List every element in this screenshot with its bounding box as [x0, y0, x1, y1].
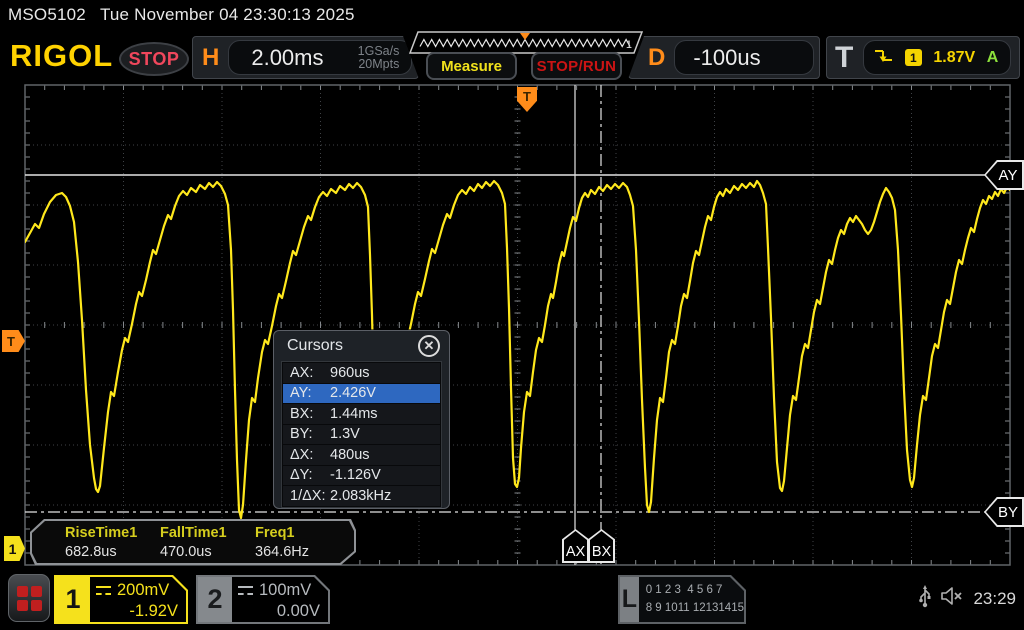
- measurement-value: 470.0us: [160, 543, 255, 562]
- digital-channels-row2: 8 9 1011 12131415: [646, 602, 744, 614]
- delay-label: D: [639, 44, 674, 72]
- menu-button[interactable]: [8, 574, 50, 622]
- measurement-freq: Freq1 364.6Hz: [255, 524, 350, 563]
- measurement-label: FallTime1: [160, 524, 255, 543]
- horizontal-label: H: [193, 44, 228, 72]
- channel2-button[interactable]: 2 100mV 0.00V: [196, 575, 330, 624]
- cursor-row-dy[interactable]: ΔY:-1.126V: [283, 466, 440, 486]
- sound-muted-icon[interactable]: [940, 585, 965, 612]
- run-state-badge: STOP: [119, 42, 189, 76]
- channel1-offset: -1.92V: [96, 601, 178, 622]
- digital-channels-row1: 0 1 2 3 4 5 6 7: [646, 584, 723, 596]
- trigger-box[interactable]: T 1 1.87V A: [826, 36, 1020, 79]
- model-name: MSO5102: [8, 5, 86, 24]
- channel1-scale: 200mV: [117, 580, 169, 601]
- channel1-number: 1: [56, 577, 90, 622]
- cursor-row-dx[interactable]: ΔX:480us: [283, 445, 440, 465]
- measure-button[interactable]: Measure: [426, 52, 517, 80]
- digital-channels: 0 1 2 3 4 5 6 7 8 9 1011 12131415: [639, 577, 744, 622]
- dc-coupling-icon: [238, 586, 253, 595]
- cursor-row-value: 2.426V: [330, 385, 376, 401]
- cursor-readout-list: AX:960us AY:2.426V BX:1.44ms BY:1.3V ΔX:…: [281, 361, 442, 508]
- cursor-row-label: BX:: [283, 406, 330, 422]
- rigol-logo: RIGOL: [10, 38, 113, 74]
- cursor-by-tag[interactable]: BY: [984, 497, 1024, 527]
- cursor-row-label: BY:: [283, 426, 330, 442]
- cursor-row-value: 960us: [330, 365, 370, 381]
- cursor-bx-label: BX: [590, 531, 613, 561]
- grid-menu-icon: [17, 586, 41, 610]
- cursor-ay-tag[interactable]: AY: [984, 160, 1024, 190]
- usb-icon: [918, 584, 932, 613]
- cursor-row-value: 480us: [330, 447, 370, 463]
- measurement-risetime: RiseTime1 682.8us: [65, 524, 160, 563]
- clock: 23:29: [973, 589, 1016, 609]
- cursors-dialog: Cursors ✕ AX:960us AY:2.426V BX:1.44ms B…: [273, 330, 450, 509]
- falling-edge-icon: [874, 48, 893, 68]
- delay-box[interactable]: D -100us: [628, 36, 820, 79]
- sample-rate: 1GSa/s: [358, 44, 400, 58]
- cursors-dialog-titlebar: Cursors ✕: [274, 331, 449, 360]
- cursor-row-value: 1.44ms: [330, 406, 378, 422]
- oscilloscope-screen: MSO5102 Tue November 04 23:30:13 2025 RIG…: [0, 0, 1024, 630]
- cursor-row-label: AY:: [283, 385, 330, 401]
- cursor-bx-tag[interactable]: BX: [588, 529, 615, 563]
- cursor-row-bx[interactable]: BX:1.44ms: [283, 404, 440, 424]
- acquisition-info: 1GSa/s20Mpts: [358, 45, 402, 71]
- timebase-value: 2.00ms: [239, 45, 357, 71]
- cursor-row-label: 1/ΔX:: [283, 488, 330, 504]
- measurement-label: RiseTime1: [65, 524, 160, 543]
- channel2-scale: 100mV: [259, 580, 311, 601]
- cursor-row-inv-dx[interactable]: 1/ΔX:2.083kHz: [283, 486, 440, 506]
- measurement-falltime: FallTime1 470.0us: [160, 524, 255, 563]
- status-bar: MSO5102 Tue November 04 23:30:13 2025: [8, 5, 369, 25]
- stop-run-button[interactable]: STOP/RUN: [531, 52, 622, 80]
- memory-depth: 20Mpts: [358, 57, 399, 71]
- trigger-mode: A: [987, 49, 1001, 67]
- cursor-row-label: ΔX:: [283, 447, 330, 463]
- datetime: Tue November 04 23:30:13 2025: [100, 5, 355, 24]
- cursor-row-label: ΔY:: [283, 467, 330, 483]
- cursor-row-ax[interactable]: AX:960us: [283, 363, 440, 383]
- close-icon[interactable]: ✕: [418, 335, 440, 357]
- channel2-offset: 0.00V: [238, 601, 320, 622]
- measurement-value: 364.6Hz: [255, 543, 350, 562]
- cursor-row-value: 1.3V: [330, 426, 360, 442]
- measurements-panel[interactable]: RiseTime1 682.8us FallTime1 470.0us Freq…: [30, 519, 356, 565]
- dc-coupling-icon: [96, 586, 111, 595]
- cursor-row-value: 2.083kHz: [330, 488, 391, 504]
- cursors-dialog-title: Cursors: [287, 337, 343, 355]
- status-icons: 23:29: [918, 584, 1016, 613]
- trigger-source-badge: 1: [905, 49, 922, 66]
- cursor-row-by[interactable]: BY:1.3V: [283, 425, 440, 445]
- cursor-row-label: AX:: [283, 365, 330, 381]
- cursor-ay-label: AY: [986, 162, 1022, 188]
- horizontal-timebase-box[interactable]: H 2.00ms 1GSa/s20Mpts: [192, 36, 419, 79]
- channel2-number: 2: [198, 577, 232, 622]
- channel1-position-marker[interactable]: 1: [4, 536, 25, 561]
- trigger-level-value: 1.87V: [933, 49, 975, 67]
- svg-text:1: 1: [626, 39, 632, 51]
- cursor-row-value: -1.126V: [330, 467, 381, 483]
- trigger-position-marker[interactable]: T: [517, 87, 537, 112]
- cursor-row-ay[interactable]: AY:2.426V: [283, 384, 440, 404]
- cursor-by-label: BY: [986, 499, 1022, 525]
- measurement-value: 682.8us: [65, 543, 160, 562]
- cursor-ax-label: AX: [564, 531, 587, 561]
- logic-analyzer-button[interactable]: L 0 1 2 3 4 5 6 7 8 9 1011 12131415: [618, 575, 746, 624]
- delay-value: -100us: [685, 45, 760, 71]
- trigger-level-marker[interactable]: T: [2, 330, 25, 352]
- logic-analyzer-label: L: [620, 577, 639, 622]
- channel1-button[interactable]: 1 200mV -1.92V: [54, 575, 188, 624]
- cursor-ax-tag[interactable]: AX: [562, 529, 589, 563]
- trigger-label: T: [827, 41, 863, 75]
- measurement-label: Freq1: [255, 524, 350, 543]
